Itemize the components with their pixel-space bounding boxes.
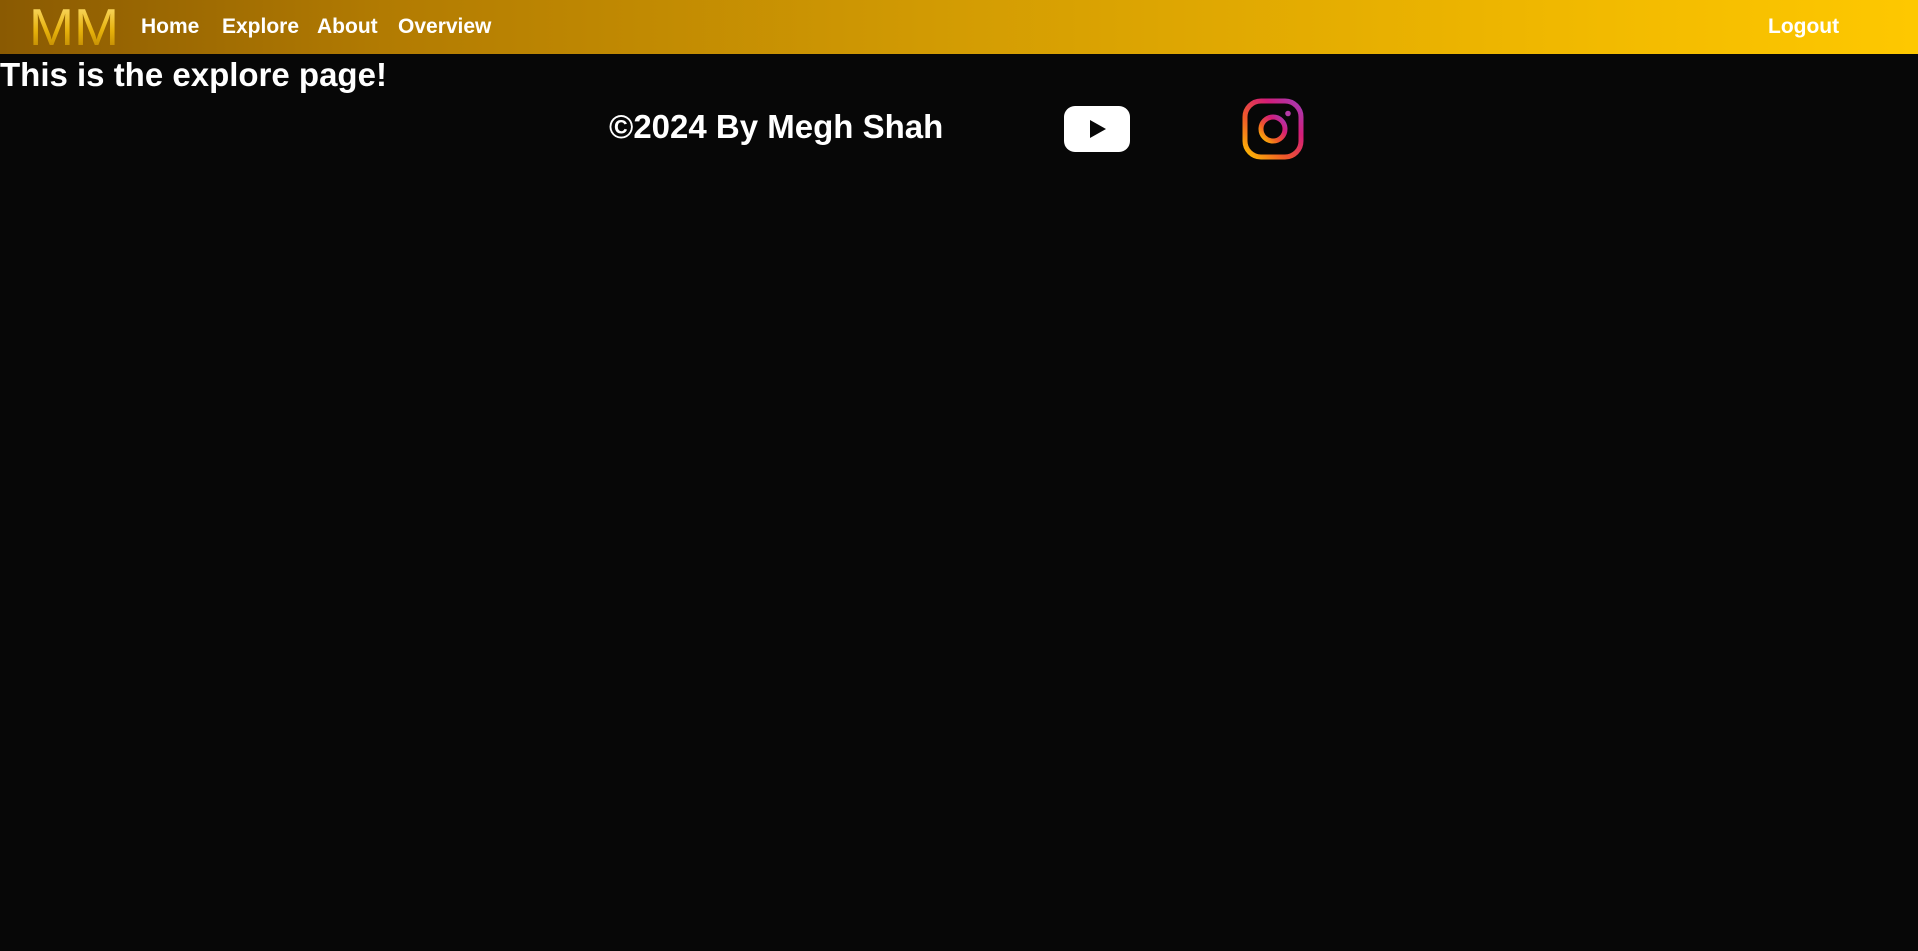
logo-link[interactable]: MM [28,0,120,57]
copyright-text: ©2024 By Megh Shah [609,108,944,145]
nav-overview[interactable]: Overview [398,14,491,40]
navbar: MM Home Explore About Overview Logout [0,0,1918,57]
youtube-link[interactable] [1064,106,1130,157]
youtube-icon [1064,106,1130,152]
instagram-icon [1242,98,1304,160]
nav-explore[interactable]: Explore [222,14,299,40]
nav-about[interactable]: About [317,14,378,40]
logout-button[interactable]: Logout [1768,14,1839,40]
nav-home[interactable]: Home [141,14,199,40]
mm-logo: MM [29,0,119,57]
page-heading: This is the explore page! [0,56,387,93]
logo-text: MM [29,3,119,49]
instagram-link[interactable] [1242,98,1304,165]
